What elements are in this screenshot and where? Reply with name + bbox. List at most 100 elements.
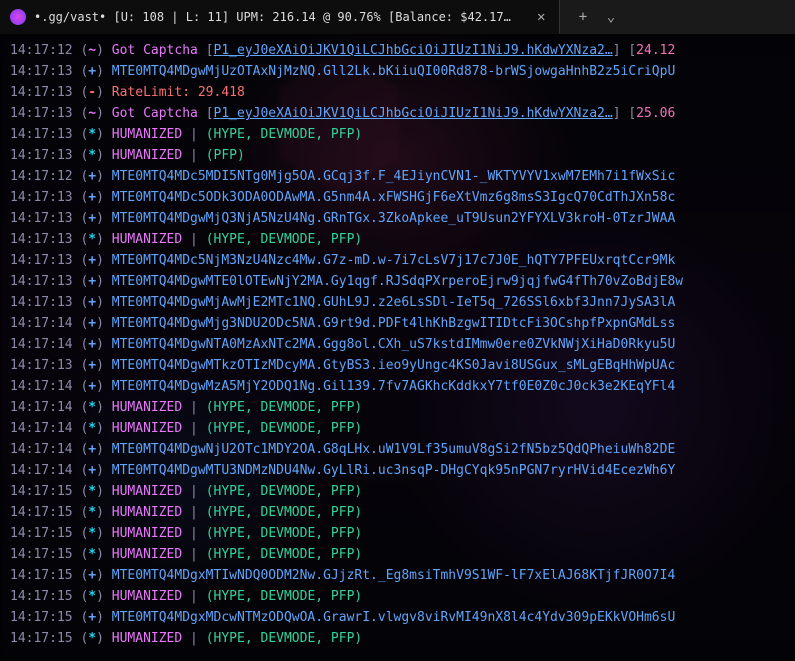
log-line: 14:17:13 (+) MTE0MTQ4MDgwMjUzOTAxNjMzNQ.… <box>10 61 791 82</box>
paren-close: ) <box>96 64 104 79</box>
humanized-tags: (HYPE, DEVMODE, PFP) <box>206 589 363 604</box>
log-line: 14:17:15 (*) HUMANIZED | (HYPE, DEVMODE,… <box>10 544 791 565</box>
log-line: 14:17:15 (*) HUMANIZED | (HYPE, DEVMODE,… <box>10 481 791 502</box>
log-line: 14:17:12 (~) Got Captcha [P1_eyJ0eXAiOiJ… <box>10 40 791 61</box>
log-timestamp: 14:17:12 <box>10 169 73 184</box>
humanized-label: HUMANIZED <box>112 400 182 415</box>
log-line: 14:17:13 (*) HUMANIZED | (HYPE, DEVMODE,… <box>10 229 791 250</box>
captcha-time: 24.12 <box>636 43 675 58</box>
token-text: MTE0MTQ4MDgwMjQ3NjA5NzU4Ng.GRnTGx.3ZkoAp… <box>112 211 676 226</box>
humanized-label: HUMANIZED <box>112 505 182 520</box>
humanized-tags: (HYPE, DEVMODE, PFP) <box>206 127 363 142</box>
log-line: 14:17:15 (+) MTE0MTQ4MDgxMTIwNDQ0ODM2Nw.… <box>10 565 791 586</box>
log-line: 14:17:13 (+) MTE0MTQ4MDgwMTE0lOTEwNjY2MA… <box>10 271 791 292</box>
humanized-tags: (PFP) <box>206 148 245 163</box>
log-line: 14:17:13 (+) MTE0MTQ4MDc5NjM3NzU4Nzc4Mw.… <box>10 250 791 271</box>
log-line: 14:17:13 (+) MTE0MTQ4MDgwMTkzOTIzMDcyMA.… <box>10 355 791 376</box>
humanized-label: HUMANIZED <box>112 631 182 646</box>
token-text: MTE0MTQ4MDgwMTU3NDMzNDU4Nw.GyLlRi.uc3nsq… <box>112 463 676 478</box>
log-timestamp: 14:17:13 <box>10 64 73 79</box>
log-symbol: + <box>88 169 96 184</box>
separator: | <box>182 127 205 142</box>
humanized-tags: (HYPE, DEVMODE, PFP) <box>206 484 363 499</box>
paren-close: ) <box>96 547 104 562</box>
token-text: MTE0MTQ4MDgwMzA5MjY2ODQ1Ng.Gil139.7fv7AG… <box>112 379 676 394</box>
token-text: MTE0MTQ4MDgwNjU2OTc1MDY2OA.G8qLHx.uW1V9L… <box>112 442 676 457</box>
paren-close: ) <box>96 610 104 625</box>
humanized-label: HUMANIZED <box>112 148 182 163</box>
paren-close: ) <box>96 568 104 583</box>
paren-close: ) <box>96 127 104 142</box>
log-line: 14:17:15 (*) HUMANIZED | (HYPE, DEVMODE,… <box>10 523 791 544</box>
paren-close: ) <box>96 421 104 436</box>
paren-close: ) <box>96 232 104 247</box>
log-timestamp: 14:17:15 <box>10 610 73 625</box>
log-symbol: * <box>88 127 96 142</box>
log-timestamp: 14:17:15 <box>10 631 73 646</box>
terminal-tab[interactable]: •.gg/vast• [U: 108 | L: 11] UPM: 216.14 … <box>0 0 560 34</box>
log-line: 14:17:15 (+) MTE0MTQ4MDgxMDcwNTMzODQwOA.… <box>10 607 791 628</box>
token-text: MTE0MTQ4MDgwMTkzOTIzMDcyMA.GtyBS3.ieo9yU… <box>112 358 676 373</box>
paren-close: ) <box>96 526 104 541</box>
tab-dropdown-button[interactable]: ⌄ <box>602 9 620 25</box>
log-line: 14:17:13 (+) MTE0MTQ4MDgwMjQ3NjA5NzU4Ng.… <box>10 208 791 229</box>
log-line: 14:17:13 (+) MTE0MTQ4MDgwMjAwMjE2MTc1NQ.… <box>10 292 791 313</box>
new-tab-button[interactable]: + <box>574 9 592 25</box>
separator: | <box>182 232 205 247</box>
log-symbol: * <box>88 631 96 646</box>
separator: | <box>182 148 205 163</box>
log-timestamp: 14:17:13 <box>10 274 73 289</box>
log-symbol: * <box>88 421 96 436</box>
humanized-tags: (HYPE, DEVMODE, PFP) <box>206 421 363 436</box>
log-symbol: + <box>88 379 96 394</box>
log-line: 14:17:15 (*) HUMANIZED | (HYPE, DEVMODE,… <box>10 628 791 649</box>
log-timestamp: 14:17:13 <box>10 106 73 121</box>
window-titlebar: •.gg/vast• [U: 108 | L: 11] UPM: 216.14 … <box>0 0 795 34</box>
token-text: MTE0MTQ4MDc5NjM3NzU4Nzc4Mw.G7z-mD.w-7i7c… <box>112 253 676 268</box>
log-timestamp: 14:17:13 <box>10 148 73 163</box>
captcha-token: P1_eyJ0eXAiOiJKV1QiLCJhbGciOiJIUzI1NiJ9.… <box>214 43 613 58</box>
log-symbol: + <box>88 190 96 205</box>
humanized-tags: (HYPE, DEVMODE, PFP) <box>206 631 363 646</box>
bracket-open: [ <box>206 43 214 58</box>
humanized-label: HUMANIZED <box>112 589 182 604</box>
log-timestamp: 14:17:13 <box>10 127 73 142</box>
bracket-open: [ <box>206 106 214 121</box>
humanized-label: HUMANIZED <box>112 421 182 436</box>
log-line: 14:17:14 (+) MTE0MTQ4MDgwMzA5MjY2ODQ1Ng.… <box>10 376 791 397</box>
log-line: 14:17:14 (+) MTE0MTQ4MDgwMTU3NDMzNDU4Nw.… <box>10 460 791 481</box>
paren-close: ) <box>96 631 104 646</box>
log-line: 14:17:14 (+) MTE0MTQ4MDgwNjU2OTc1MDY2OA.… <box>10 439 791 460</box>
log-timestamp: 14:17:14 <box>10 463 73 478</box>
separator: | <box>182 400 205 415</box>
log-symbol: + <box>88 463 96 478</box>
bracket-mid: ] [ <box>613 106 636 121</box>
log-timestamp: 14:17:14 <box>10 337 73 352</box>
token-text: MTE0MTQ4MDgwMjUzOTAxNjMzNQ.Gll2Lk.bKiiuQ… <box>112 64 676 79</box>
log-symbol: + <box>88 442 96 457</box>
log-symbol: ~ <box>88 43 96 58</box>
log-symbol: * <box>88 505 96 520</box>
log-timestamp: 14:17:15 <box>10 505 73 520</box>
paren-close: ) <box>96 274 104 289</box>
humanized-label: HUMANIZED <box>112 127 182 142</box>
log-line: 14:17:13 (+) MTE0MTQ4MDc5ODk3ODA0ODAwMA.… <box>10 187 791 208</box>
captcha-label: Got Captcha <box>112 43 206 58</box>
log-timestamp: 14:17:13 <box>10 295 73 310</box>
log-symbol: * <box>88 526 96 541</box>
captcha-token: P1_eyJ0eXAiOiJKV1QiLCJhbGciOiJIUzI1NiJ9.… <box>214 106 613 121</box>
humanized-tags: (HYPE, DEVMODE, PFP) <box>206 526 363 541</box>
log-timestamp: 14:17:14 <box>10 316 73 331</box>
log-line: 14:17:15 (*) HUMANIZED | (HYPE, DEVMODE,… <box>10 502 791 523</box>
paren-close: ) <box>96 589 104 604</box>
log-symbol: * <box>88 148 96 163</box>
tab-title: •.gg/vast• [U: 108 | L: 11] UPM: 216.14 … <box>34 10 517 24</box>
terminal-area[interactable]: 14:17:12 (~) Got Captcha [P1_eyJ0eXAiOiJ… <box>0 34 795 661</box>
log-line: 14:17:14 (+) MTE0MTQ4MDgwNTA0MzAxNTc2MA.… <box>10 334 791 355</box>
paren-close: ) <box>96 295 104 310</box>
log-timestamp: 14:17:14 <box>10 379 73 394</box>
log-symbol: ~ <box>88 106 96 121</box>
separator: | <box>182 631 205 646</box>
log-timestamp: 14:17:14 <box>10 442 73 457</box>
close-tab-button[interactable]: ✕ <box>533 9 549 25</box>
